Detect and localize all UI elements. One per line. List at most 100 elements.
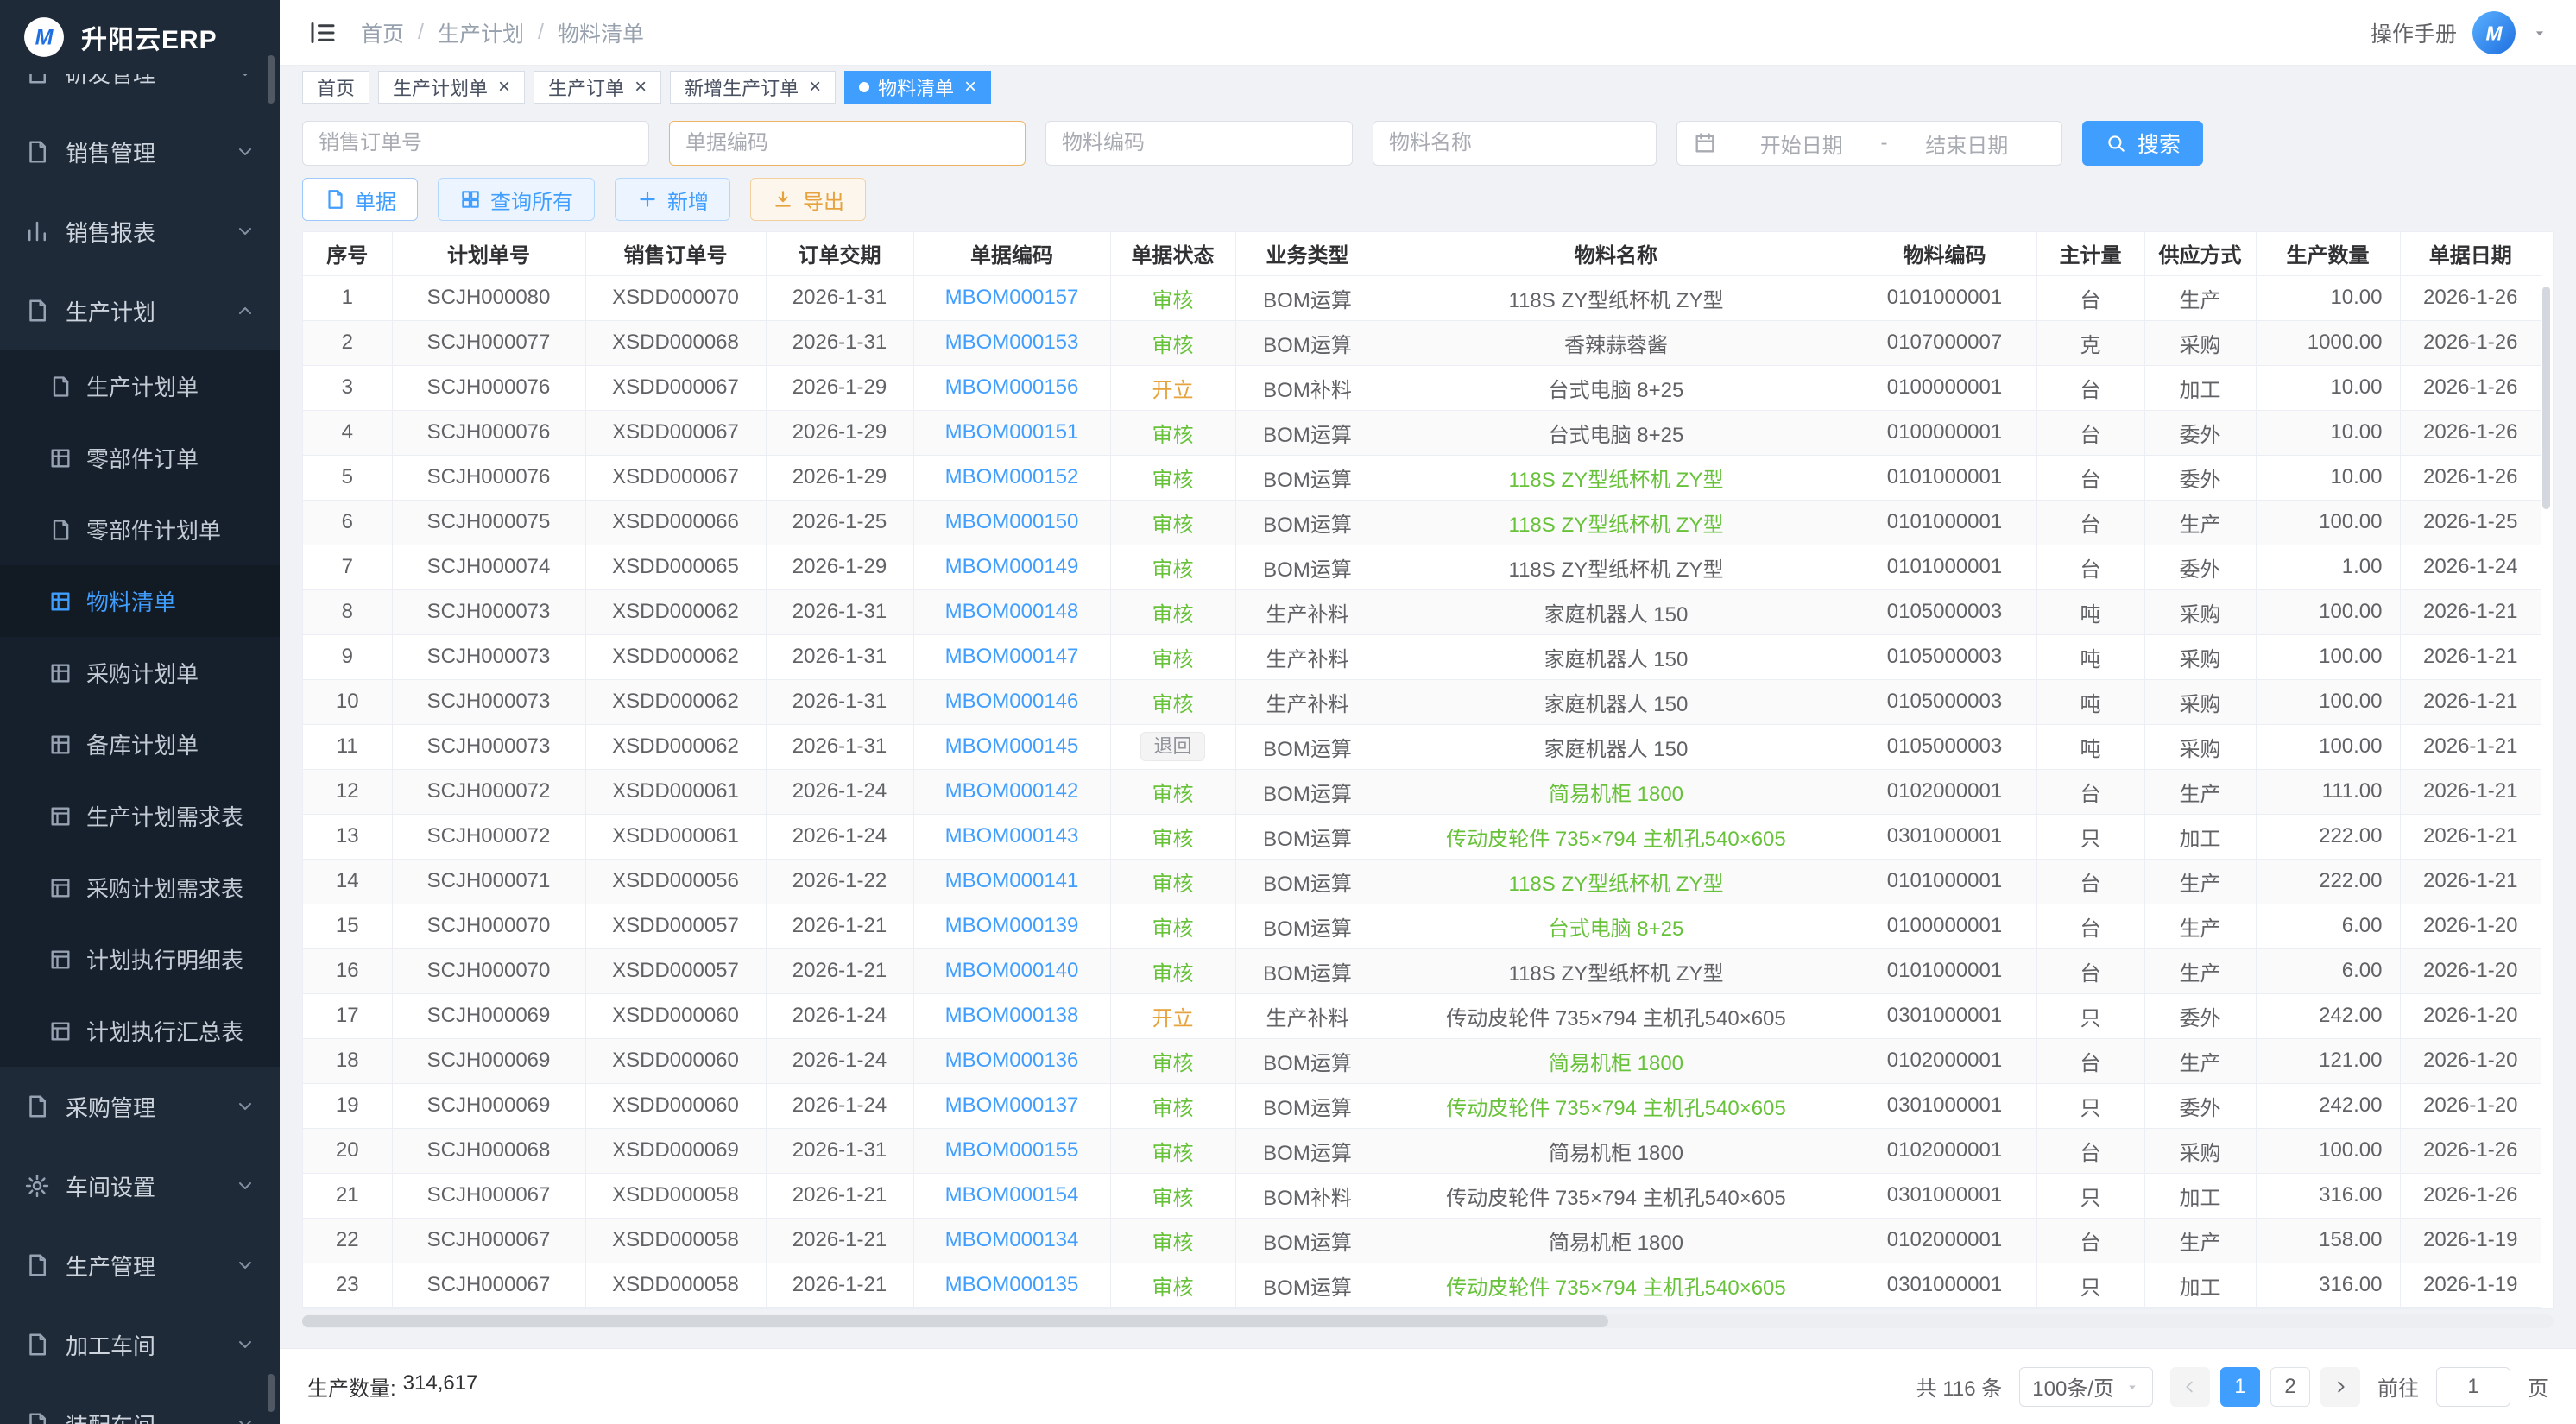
sidebar-scrollbar-thumb[interactable] bbox=[268, 55, 275, 104]
vertical-scrollbar-thumb[interactable] bbox=[2542, 287, 2550, 509]
table-row[interactable]: 20 SCJH000068 XSDD000069 2026-1-31 MBOM0… bbox=[303, 1128, 2541, 1173]
column-header[interactable]: 物料名称 bbox=[1380, 232, 1853, 275]
horizontal-scrollbar[interactable] bbox=[302, 1314, 2554, 1328]
column-header[interactable]: 业务类型 bbox=[1235, 232, 1380, 275]
table-row[interactable]: 16 SCJH000070 XSDD000057 2026-1-21 MBOM0… bbox=[303, 948, 2541, 993]
doc-link[interactable]: MBOM000135 bbox=[945, 1273, 1079, 1296]
next-page-button[interactable] bbox=[2320, 1367, 2360, 1407]
column-header[interactable]: 序号 bbox=[303, 232, 392, 275]
sidebar-item-stock-plan-orders[interactable]: 备库计划单 bbox=[0, 709, 280, 780]
table-row[interactable]: 3 SCJH000076 XSDD000067 2026-1-29 MBOM00… bbox=[303, 365, 2541, 410]
vertical-scrollbar[interactable] bbox=[2541, 233, 2552, 1307]
table-row[interactable]: 14 SCJH000071 XSDD000056 2026-1-22 MBOM0… bbox=[303, 859, 2541, 904]
manual-link[interactable]: 操作手册 bbox=[2371, 17, 2457, 48]
table-row[interactable]: 17 SCJH000069 XSDD000060 2026-1-24 MBOM0… bbox=[303, 993, 2541, 1038]
column-header[interactable]: 订单交期 bbox=[766, 232, 913, 275]
breadcrumb-item[interactable]: 首页 bbox=[361, 17, 404, 48]
column-header[interactable]: 销售订单号 bbox=[585, 232, 766, 275]
page-jump-input[interactable] bbox=[2436, 1367, 2510, 1407]
doc-link[interactable]: MBOM000155 bbox=[945, 1138, 1079, 1162]
doc-link[interactable]: MBOM000138 bbox=[945, 1004, 1079, 1027]
avatar[interactable]: M bbox=[2472, 11, 2516, 54]
export-button[interactable]: 导出 bbox=[750, 178, 866, 221]
doc-link[interactable]: MBOM000154 bbox=[945, 1183, 1079, 1207]
doc-link[interactable]: MBOM000139 bbox=[945, 914, 1079, 937]
table-row[interactable]: 21 SCJH000067 XSDD000058 2026-1-21 MBOM0… bbox=[303, 1173, 2541, 1218]
close-icon[interactable]: × bbox=[964, 77, 976, 98]
doc-button[interactable]: 单据 bbox=[302, 178, 418, 221]
close-icon[interactable]: × bbox=[635, 77, 647, 98]
table-row[interactable]: 12 SCJH000072 XSDD000061 2026-1-24 MBOM0… bbox=[303, 769, 2541, 814]
sidebar-item-processing-workshop[interactable]: 加工车间 bbox=[0, 1305, 280, 1384]
table-row[interactable]: 10 SCJH000073 XSDD000062 2026-1-31 MBOM0… bbox=[303, 679, 2541, 724]
sidebar-item-assembly-workshop[interactable]: 装配车间 bbox=[0, 1384, 280, 1424]
doc-link[interactable]: MBOM000136 bbox=[945, 1049, 1079, 1072]
table-row[interactable]: 8 SCJH000073 XSDD000062 2026-1-31 MBOM00… bbox=[303, 589, 2541, 634]
sidebar-item-sales-management[interactable]: 销售管理 bbox=[0, 112, 280, 192]
caret-down-icon[interactable] bbox=[2531, 24, 2548, 41]
sidebar-item-parts-plan-orders[interactable]: 零部件计划单 bbox=[0, 494, 280, 565]
sidebar-item-workshop-settings[interactable]: 车间设置 bbox=[0, 1146, 280, 1226]
tab-material-list[interactable]: 物料清单 × bbox=[844, 71, 991, 104]
column-header[interactable]: 供应方式 bbox=[2144, 232, 2256, 275]
date-range-picker[interactable]: 开始日期 - 结束日期 bbox=[1676, 121, 2062, 166]
doc-link[interactable]: MBOM000146 bbox=[945, 690, 1079, 713]
tab-new-production-order[interactable]: 新增生产订单 × bbox=[670, 71, 836, 104]
doc-link[interactable]: MBOM000149 bbox=[945, 555, 1079, 578]
sidebar-item-production-management[interactable]: 生产管理 bbox=[0, 1226, 280, 1305]
doc-link[interactable]: MBOM000141 bbox=[945, 869, 1079, 892]
table-row[interactable]: 7 SCJH000074 XSDD000065 2026-1-29 MBOM00… bbox=[303, 545, 2541, 589]
column-header[interactable]: 物料编码 bbox=[1853, 232, 2036, 275]
table-row[interactable]: 19 SCJH000069 XSDD000060 2026-1-24 MBOM0… bbox=[303, 1083, 2541, 1128]
doc-link[interactable]: MBOM000148 bbox=[945, 600, 1079, 623]
sidebar-item-purchase-management[interactable]: 采购管理 bbox=[0, 1067, 280, 1146]
material-name-input[interactable] bbox=[1373, 121, 1657, 166]
table-row[interactable]: 18 SCJH000069 XSDD000060 2026-1-24 MBOM0… bbox=[303, 1038, 2541, 1083]
table-row[interactable]: 23 SCJH000067 XSDD000058 2026-1-21 MBOM0… bbox=[303, 1263, 2541, 1307]
table-row[interactable]: 22 SCJH000067 XSDD000058 2026-1-21 MBOM0… bbox=[303, 1218, 2541, 1263]
doc-link[interactable]: MBOM000140 bbox=[945, 959, 1079, 982]
table-row[interactable]: 15 SCJH000070 XSDD000057 2026-1-21 MBOM0… bbox=[303, 904, 2541, 948]
doc-code-input[interactable] bbox=[669, 121, 1026, 166]
query-all-button[interactable]: 查询所有 bbox=[438, 178, 595, 221]
doc-link[interactable]: MBOM000150 bbox=[945, 510, 1079, 533]
breadcrumb-item[interactable]: 物料清单 bbox=[558, 17, 644, 48]
breadcrumb-item[interactable]: 生产计划 bbox=[438, 17, 524, 48]
table-row[interactable]: 13 SCJH000072 XSDD000061 2026-1-24 MBOM0… bbox=[303, 814, 2541, 859]
column-header[interactable]: 主计量 bbox=[2036, 232, 2144, 275]
table-row[interactable]: 9 SCJH000073 XSDD000062 2026-1-31 MBOM00… bbox=[303, 634, 2541, 679]
hamburger-icon[interactable] bbox=[307, 17, 338, 48]
prev-page-button[interactable] bbox=[2170, 1367, 2210, 1407]
table-row[interactable]: 5 SCJH000076 XSDD000067 2026-1-29 MBOM00… bbox=[303, 455, 2541, 500]
doc-link[interactable]: MBOM000153 bbox=[945, 331, 1079, 354]
doc-link[interactable]: MBOM000134 bbox=[945, 1228, 1079, 1251]
sidebar-item-production-planning[interactable]: 生产计划 bbox=[0, 271, 280, 350]
table-row[interactable]: 6 SCJH000075 XSDD000066 2026-1-25 MBOM00… bbox=[303, 500, 2541, 545]
doc-link[interactable]: MBOM000151 bbox=[945, 420, 1079, 444]
table-row[interactable]: 11 SCJH000073 XSDD000062 2026-1-31 MBOM0… bbox=[303, 724, 2541, 769]
sidebar-item-plan-execution-detail[interactable]: 计划执行明细表 bbox=[0, 923, 280, 995]
table-row[interactable]: 4 SCJH000076 XSDD000067 2026-1-29 MBOM00… bbox=[303, 410, 2541, 455]
doc-link[interactable]: MBOM000143 bbox=[945, 824, 1079, 847]
page-button-2[interactable]: 2 bbox=[2270, 1367, 2310, 1407]
doc-link[interactable]: MBOM000157 bbox=[945, 286, 1079, 309]
column-header[interactable]: 生产数量 bbox=[2256, 232, 2400, 275]
sidebar-item-parts-orders[interactable]: 零部件订单 bbox=[0, 422, 280, 494]
column-header[interactable]: 单据日期 bbox=[2400, 232, 2541, 275]
sidebar-item-production-plan-demand[interactable]: 生产计划需求表 bbox=[0, 780, 280, 852]
doc-link[interactable]: MBOM000137 bbox=[945, 1093, 1079, 1117]
sidebar-item-purchase-plan-orders[interactable]: 采购计划单 bbox=[0, 637, 280, 709]
sidebar-item-plan-execution-summary[interactable]: 计划执行汇总表 bbox=[0, 995, 280, 1067]
sidebar-item-purchase-plan-demand[interactable]: 采购计划需求表 bbox=[0, 852, 280, 923]
doc-link[interactable]: MBOM000152 bbox=[945, 465, 1079, 488]
add-button[interactable]: 新增 bbox=[615, 178, 730, 221]
table-row[interactable]: 2 SCJH000077 XSDD000068 2026-1-31 MBOM00… bbox=[303, 320, 2541, 365]
sales-order-input[interactable] bbox=[302, 121, 649, 166]
page-button-1[interactable]: 1 bbox=[2220, 1367, 2260, 1407]
doc-link[interactable]: MBOM000145 bbox=[945, 734, 1079, 758]
sidebar-item-material-list[interactable]: 物料清单 bbox=[0, 565, 280, 637]
column-header[interactable]: 单据编码 bbox=[913, 232, 1110, 275]
horizontal-scrollbar-thumb[interactable] bbox=[302, 1315, 1608, 1327]
column-header[interactable]: 单据状态 bbox=[1110, 232, 1235, 275]
sidebar-scrollbar-thumb[interactable] bbox=[268, 1374, 275, 1412]
